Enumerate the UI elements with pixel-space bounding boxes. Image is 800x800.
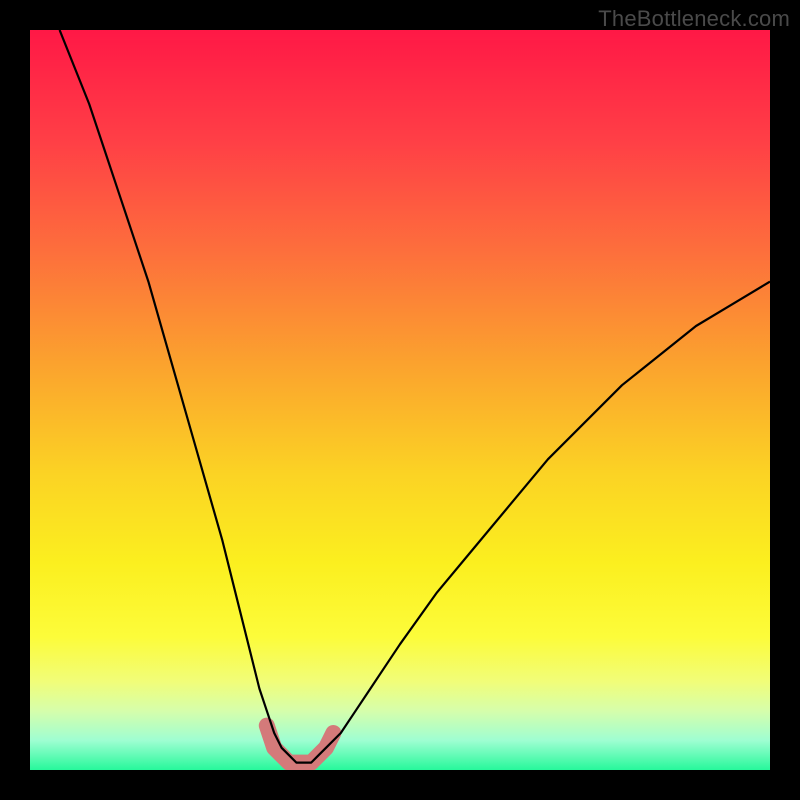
chart-canvas <box>30 30 770 770</box>
optimal-range-marker <box>267 726 334 763</box>
plot-frame <box>30 30 770 770</box>
bottleneck-curve <box>60 30 770 763</box>
watermark-text: TheBottleneck.com <box>598 6 790 32</box>
